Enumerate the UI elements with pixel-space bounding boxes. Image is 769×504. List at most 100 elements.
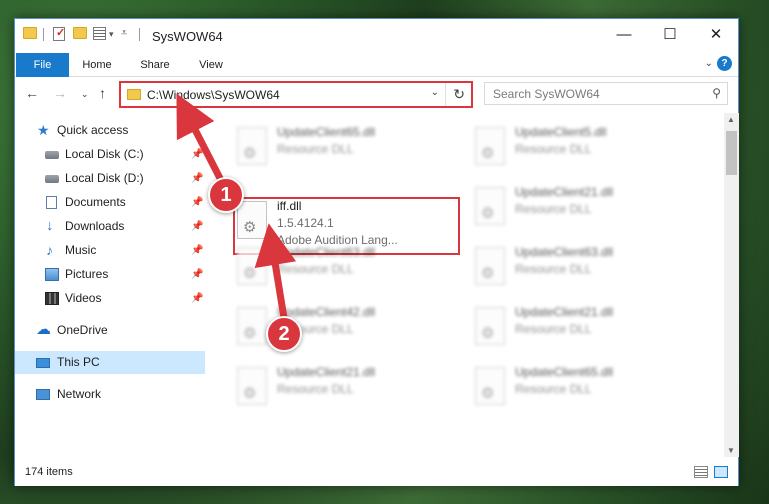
file-name: UpdateClient21.dll <box>515 305 614 319</box>
forward-arrow-icon[interactable]: → <box>53 85 67 101</box>
file-item[interactable]: UpdateClient21.dll Resource DLL <box>471 183 701 243</box>
chevron-down-icon[interactable]: ⌄ <box>431 87 439 98</box>
star-icon: ★ <box>37 122 50 138</box>
dll-file-icon <box>475 367 505 405</box>
scroll-up-icon[interactable]: ▲ <box>727 115 735 124</box>
onedrive-icon: ☁ <box>36 321 51 338</box>
up-arrow-icon[interactable]: ↑ <box>99 85 106 101</box>
scroll-down-icon[interactable]: ▼ <box>727 446 735 455</box>
status-bar: 174 items <box>15 460 738 486</box>
sidebar-item-music[interactable]: ♪ Music 📌 <box>15 239 205 262</box>
file-item[interactable]: UpdateClient21.dll Resource DLL <box>233 363 463 423</box>
file-description: Resource DLL <box>515 262 592 276</box>
help-icon[interactable]: ? <box>717 56 732 71</box>
dll-file-icon <box>237 307 267 345</box>
sidebar-item-onedrive[interactable]: ☁ OneDrive <box>15 319 205 342</box>
tab-home[interactable]: Home <box>75 54 119 76</box>
sidebar-item-label: This PC <box>57 355 100 369</box>
search-placeholder: Search SysWOW64 <box>493 87 600 101</box>
separator <box>445 83 446 106</box>
pin-icon[interactable]: 📌 <box>191 191 203 214</box>
dll-file-icon <box>475 187 505 225</box>
tab-view[interactable]: View <box>189 54 233 76</box>
customize-icon[interactable] <box>93 27 106 40</box>
item-count: 174 items <box>25 466 73 478</box>
pin-icon[interactable]: 📌 <box>191 143 203 166</box>
sidebar-item-downloads[interactable]: ↓ Downloads 📌 <box>15 215 205 238</box>
drive-icon <box>45 151 59 159</box>
sidebar-item-this-pc[interactable]: This PC <box>15 351 205 374</box>
file-description: Resource DLL <box>515 142 592 156</box>
file-name: UpdateClient21.dll <box>515 185 614 199</box>
sidebar-item-label: Network <box>57 387 102 401</box>
file-item[interactable]: UpdateClient65.dll Resource DLL <box>471 363 701 423</box>
sidebar-item-label: Quick access <box>57 123 129 137</box>
file-name: UpdateClient65.dll <box>515 365 614 379</box>
pin-icon[interactable]: 📌 <box>191 239 203 262</box>
search-icon[interactable]: ⚲ <box>712 86 721 100</box>
file-description: Resource DLL <box>515 202 592 216</box>
pin-icon[interactable]: 📌 <box>191 215 203 238</box>
navigation-bar: ← → ⌄ ↑ C:\Windows\SysWOW64 ⌄ ↻ Search S… <box>15 77 738 113</box>
sidebar-item-documents[interactable]: Documents 📌 <box>15 191 205 214</box>
sidebar-item-label: OneDrive <box>57 323 108 337</box>
dll-file-icon <box>475 127 505 165</box>
drive-icon <box>45 175 59 183</box>
back-arrow-icon[interactable]: ← <box>25 85 39 101</box>
recent-locations-icon[interactable]: ⌄ <box>81 89 89 100</box>
scroll-thumb[interactable] <box>726 131 737 175</box>
explorer-window: ▾ ⩡ SysWOW64 — ☐ ✕ File Home Share View … <box>14 18 739 486</box>
separator <box>43 28 44 41</box>
search-input[interactable]: Search SysWOW64 ⚲ <box>484 82 728 105</box>
file-description: Resource DLL <box>515 322 592 336</box>
folder-icon <box>127 89 141 100</box>
file-item[interactable]: UpdateClient5.dll Resource DLL <box>471 123 701 183</box>
properties-check-icon[interactable] <box>53 26 65 41</box>
address-path[interactable]: C:\Windows\SysWOW64 <box>147 88 280 102</box>
sidebar-item-label: Pictures <box>65 267 109 281</box>
sidebar-item-local-disk-d[interactable]: Local Disk (D:) 📌 <box>15 167 205 190</box>
refresh-icon[interactable]: ↻ <box>453 86 465 103</box>
file-item[interactable]: UpdateClient21.dll Resource DLL <box>471 303 701 363</box>
expand-ribbon-icon[interactable]: ⌄ <box>705 58 713 69</box>
sidebar-item-label: Local Disk (C:) <box>65 147 144 161</box>
computer-icon <box>36 358 50 368</box>
tab-file[interactable]: File <box>16 53 69 77</box>
dll-file-icon <box>237 127 267 165</box>
file-item[interactable]: UpdateClient63.dll Resource DLL <box>471 243 701 303</box>
quick-access-toolbar-menu-icon[interactable]: ⩡ <box>121 27 127 40</box>
sidebar-item-quick-access[interactable]: ★ Quick access <box>15 119 205 142</box>
minimize-button[interactable]: — <box>601 19 647 50</box>
maximize-button[interactable]: ☐ <box>647 19 693 50</box>
music-icon: ♪ <box>46 242 53 258</box>
pin-icon[interactable]: 📌 <box>191 167 203 190</box>
sidebar-item-label: Videos <box>65 291 102 305</box>
documents-icon <box>46 196 57 209</box>
vertical-scrollbar[interactable]: ▲ ▼ <box>724 113 739 457</box>
folder-icon[interactable] <box>23 27 37 39</box>
sidebar-item-videos[interactable]: Videos 📌 <box>15 287 205 310</box>
pin-icon[interactable]: 📌 <box>191 287 203 310</box>
step-badge-1: 1 <box>208 177 244 213</box>
sidebar-item-label: Downloads <box>65 219 125 233</box>
sidebar-item-local-disk-c[interactable]: Local Disk (C:) 📌 <box>15 143 205 166</box>
details-view-icon[interactable] <box>694 466 708 478</box>
chevron-down-icon[interactable]: ▾ <box>109 29 114 40</box>
sidebar-item-label: Documents <box>65 195 126 209</box>
file-item[interactable]: UpdateClient63.dll Resource DLL <box>233 243 463 303</box>
sidebar-item-network[interactable]: Network <box>15 383 205 406</box>
network-icon <box>36 389 50 400</box>
tab-share[interactable]: Share <box>133 54 177 76</box>
new-folder-icon[interactable] <box>73 27 87 39</box>
step-badge-2: 2 <box>266 316 302 352</box>
file-description: Resource DLL <box>277 142 354 156</box>
pin-icon[interactable]: 📌 <box>191 263 203 286</box>
ribbon: File Home Share View ⌄ ? <box>15 51 738 77</box>
sidebar-item-label: Music <box>65 243 97 257</box>
file-item[interactable]: UpdateClient65.dll Resource DLL <box>233 123 463 183</box>
large-icons-view-icon[interactable] <box>714 466 728 478</box>
sidebar-item-pictures[interactable]: Pictures 📌 <box>15 263 205 286</box>
address-bar[interactable]: C:\Windows\SysWOW64 ⌄ ↻ <box>119 81 473 108</box>
close-button[interactable]: ✕ <box>693 19 739 50</box>
file-description: Resource DLL <box>277 382 354 396</box>
